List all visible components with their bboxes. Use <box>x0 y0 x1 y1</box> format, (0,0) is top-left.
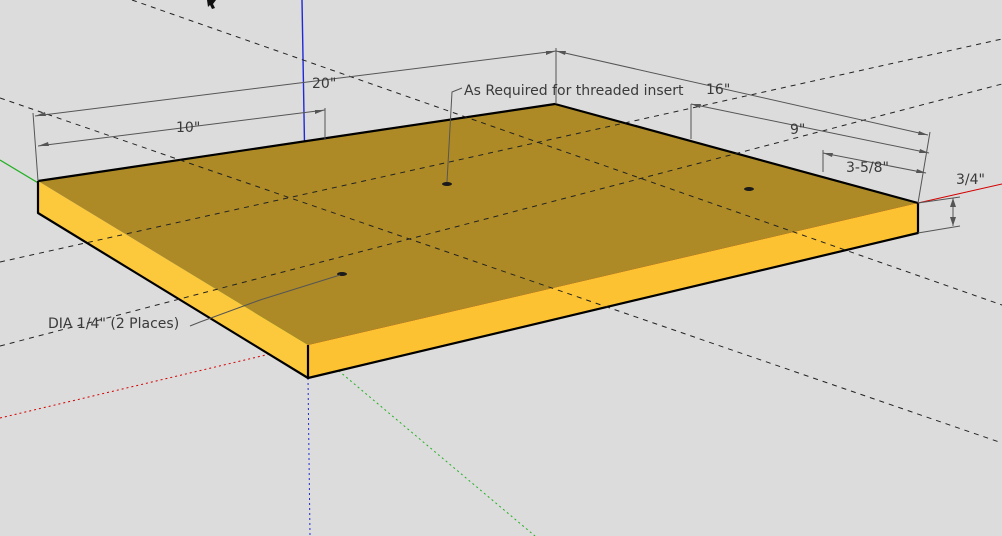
dimension-label-overall-width: 16" <box>706 82 730 98</box>
dimension-thickness <box>950 198 956 226</box>
hole-marker <box>744 187 754 191</box>
dimension-label-overall-length: 20" <box>312 76 336 92</box>
dimension-width-to-hole <box>690 103 930 154</box>
blue-axis-hidden <box>307 377 311 536</box>
model-canvas[interactable]: 20" 10" 16" 9" 3-5/8" 3/4" As Required f… <box>0 0 1002 536</box>
dimension-label-half-length: 10" <box>176 120 200 136</box>
annotation-hole-diameter: DIA 1/4" (2 Places) <box>48 316 179 332</box>
annotation-threaded-insert: As Required for threaded insert <box>464 83 684 99</box>
hole-marker <box>442 182 452 186</box>
red-axis-hidden <box>0 344 309 419</box>
board-panel[interactable] <box>36 102 920 380</box>
green-axis-hidden <box>307 344 536 536</box>
arrow-cursor-icon <box>207 0 216 9</box>
dimension-label-width-to-hole: 9" <box>790 122 805 138</box>
sketchup-viewport[interactable]: 20" 10" 16" 9" 3-5/8" 3/4" As Required f… <box>0 0 1002 536</box>
dimension-label-thickness: 3/4" <box>956 172 985 188</box>
dimension-label-edge-to-hole: 3-5/8" <box>846 160 889 176</box>
